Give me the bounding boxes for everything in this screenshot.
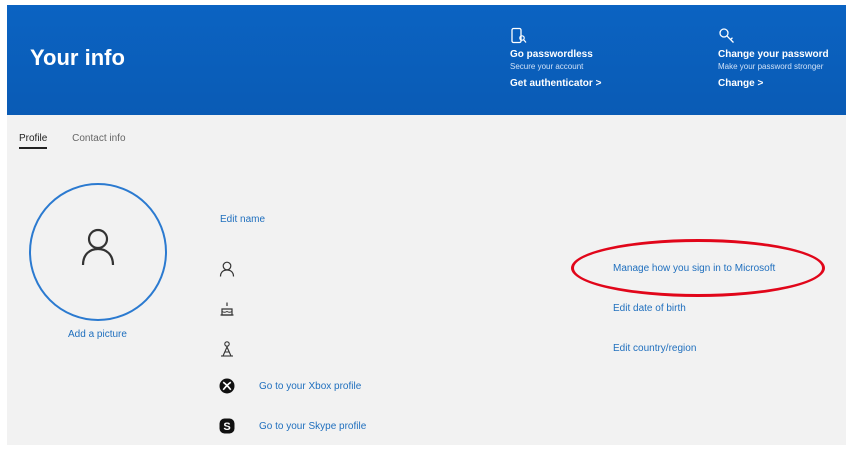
manage-sign-in-link[interactable]: Manage how you sign in to Microsoft (613, 263, 775, 274)
passwordless-subtext: Secure your account (510, 62, 584, 71)
profile-tabs: Profile Contact info (19, 133, 148, 149)
xbox-icon (219, 378, 235, 394)
edit-date-of-birth-link[interactable]: Edit date of birth (613, 303, 686, 314)
passwordless-heading: Go passwordless (510, 49, 593, 60)
passwordless-promo: Go passwordless Secure your account Get … (510, 27, 601, 89)
person-icon (219, 261, 235, 277)
change-password-promo: Change your password Make your password … (718, 27, 829, 89)
phone-key-icon (511, 27, 527, 44)
your-info-page: Your info Go passwordless Secure your ac… (7, 5, 846, 445)
tab-profile[interactable]: Profile (19, 133, 48, 149)
avatar[interactable] (29, 183, 167, 321)
globe-person-icon (221, 341, 233, 357)
xbox-profile-link[interactable]: Go to your Xbox profile (259, 381, 361, 392)
change-password-subtext: Make your password stronger (718, 62, 824, 71)
person-icon (81, 228, 115, 266)
get-authenticator-link[interactable]: Get authenticator > (510, 78, 601, 89)
cake-icon (220, 302, 234, 316)
skype-icon: S (219, 418, 235, 434)
key-icon (719, 28, 734, 43)
edit-country-region-link[interactable]: Edit country/region (613, 343, 696, 354)
change-password-link[interactable]: Change > (718, 78, 829, 89)
svg-text:S: S (223, 421, 230, 433)
skype-profile-link[interactable]: Go to your Skype profile (259, 421, 366, 432)
add-picture-link[interactable]: Add a picture (68, 329, 127, 340)
page-header: Your info Go passwordless Secure your ac… (7, 5, 846, 115)
change-password-heading: Change your password (718, 49, 829, 60)
edit-name-link[interactable]: Edit name (220, 214, 265, 225)
tab-contact-info[interactable]: Contact info (72, 133, 125, 147)
page-title: Your info (30, 45, 125, 70)
